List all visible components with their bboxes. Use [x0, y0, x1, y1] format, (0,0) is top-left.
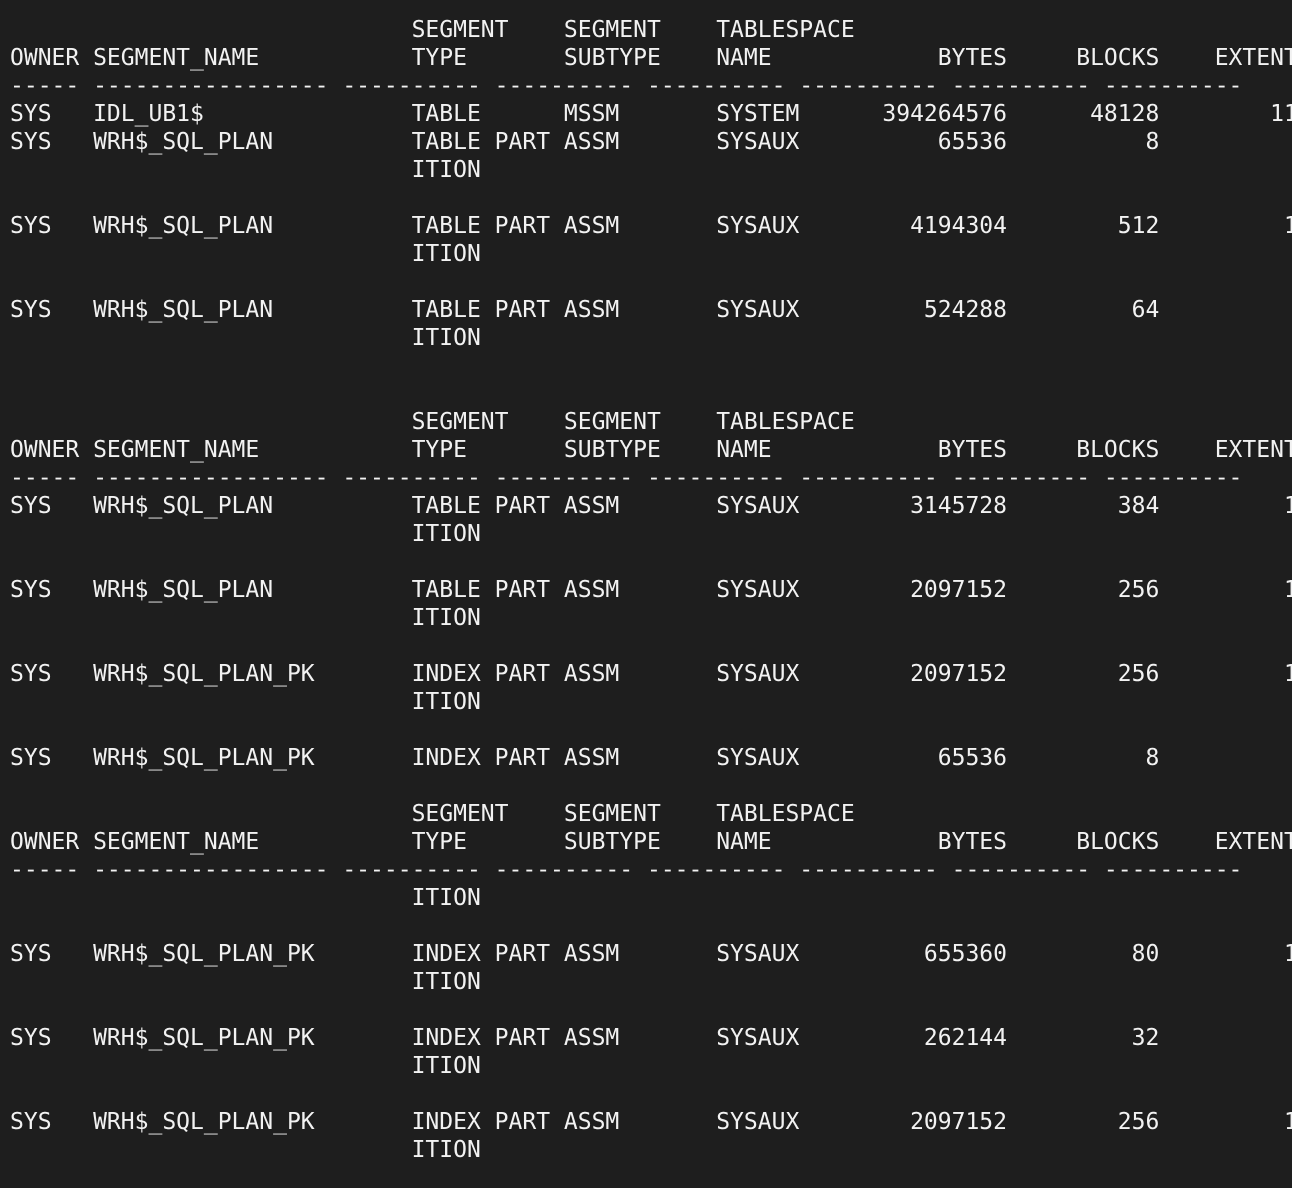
terminal-line: ITION	[10, 325, 481, 351]
terminal-line: SYS WRH$_SQL_PLAN_PK INDEX PART ASSM SYS…	[10, 1025, 1292, 1051]
terminal-line: ITION	[10, 1053, 481, 1079]
terminal-line: SEGMENT SEGMENT TABLESPACE	[10, 17, 855, 43]
terminal-line: ITION	[10, 521, 481, 547]
terminal-line: ----- ----------------- ---------- -----…	[10, 465, 1243, 491]
terminal-output: SEGMENT SEGMENT TABLESPACE OWNER SEGMENT_…	[10, 16, 1292, 1164]
terminal-line: ITION	[10, 157, 481, 183]
terminal-line: SEGMENT SEGMENT TABLESPACE	[10, 409, 855, 435]
terminal-line: ITION	[10, 605, 481, 631]
terminal-line: ----- ----------------- ---------- -----…	[10, 857, 1243, 883]
terminal-line: ITION	[10, 241, 481, 267]
terminal-line: SYS WRH$_SQL_PLAN_PK INDEX PART ASSM SYS…	[10, 1109, 1292, 1135]
terminal-line: ITION	[10, 885, 481, 911]
terminal-line: ITION	[10, 969, 481, 995]
terminal-line: SYS WRH$_SQL_PLAN_PK INDEX PART ASSM SYS…	[10, 745, 1292, 771]
terminal-line: OWNER SEGMENT_NAME TYPE SUBTYPE NAME BYT…	[10, 437, 1292, 463]
terminal-line: SYS WRH$_SQL_PLAN TABLE PART ASSM SYSAUX…	[10, 213, 1292, 239]
terminal-line: SYS WRH$_SQL_PLAN TABLE PART ASSM SYSAUX…	[10, 493, 1292, 519]
terminal-line: SYS WRH$_SQL_PLAN_PK INDEX PART ASSM SYS…	[10, 661, 1292, 687]
terminal-line: SYS WRH$_SQL_PLAN TABLE PART ASSM SYSAUX…	[10, 577, 1292, 603]
terminal-line: OWNER SEGMENT_NAME TYPE SUBTYPE NAME BYT…	[10, 45, 1292, 71]
terminal-line: SYS IDL_UB1$ TABLE MSSM SYSTEM 394264576…	[10, 101, 1292, 127]
terminal-line: OWNER SEGMENT_NAME TYPE SUBTYPE NAME BYT…	[10, 829, 1292, 855]
terminal-line: SYS WRH$_SQL_PLAN TABLE PART ASSM SYSAUX…	[10, 297, 1292, 323]
terminal-line: ----- ----------------- ---------- -----…	[10, 73, 1243, 99]
terminal-line: SYS WRH$_SQL_PLAN TABLE PART ASSM SYSAUX…	[10, 129, 1292, 155]
terminal-line: ITION	[10, 1137, 481, 1163]
terminal-line: SYS WRH$_SQL_PLAN_PK INDEX PART ASSM SYS…	[10, 941, 1292, 967]
terminal-line: SEGMENT SEGMENT TABLESPACE	[10, 801, 855, 827]
terminal-line: ITION	[10, 689, 481, 715]
